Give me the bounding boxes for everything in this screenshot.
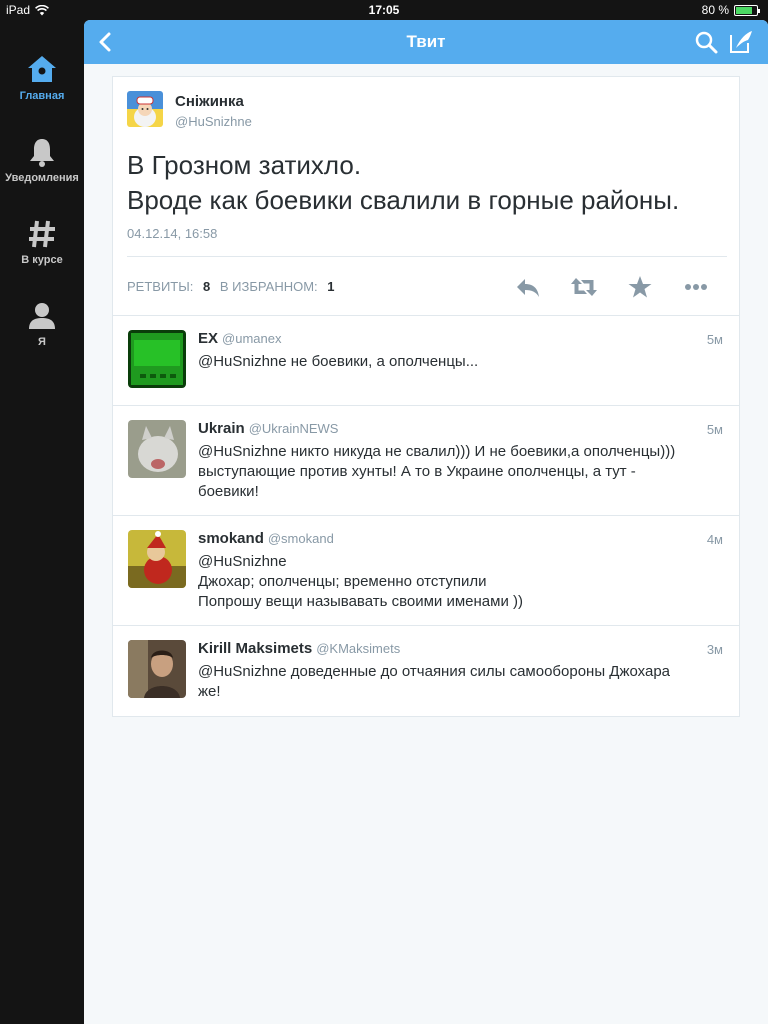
reply-author-name: Kirill Maksimets (198, 640, 313, 657)
avatar[interactable] (128, 330, 186, 388)
reply-item[interactable]: Ukrain @UkrainNEWS 5м @HuSnizhne никто ни… (113, 406, 739, 516)
page-title: Твит (406, 32, 446, 51)
reply-author[interactable]: smokand @smokand (198, 530, 334, 547)
retweets-label: РЕТВИТЫ: (127, 279, 194, 294)
reply-author-name: smokand (198, 530, 264, 547)
hashtag-icon (29, 220, 55, 248)
battery-area: 80 % (701, 3, 760, 17)
reply-item[interactable]: Kirill Maksimets @KMaksimets 3м @HuSnizhn… (113, 626, 739, 716)
reply-text: @HuSnizhne не боевики, а ополченцы... (198, 353, 479, 370)
reply-author-name: Ukrain (198, 420, 245, 437)
reply-time: 5м (706, 422, 723, 437)
reply-author-handle: @UkrainNEWS (248, 421, 339, 436)
reply-time: 3м (706, 642, 723, 657)
home-icon (28, 56, 56, 82)
navbar: Твит (84, 20, 768, 64)
replies-list: EX @umanex 5м @HuSnizhne не боевики, а оп… (112, 316, 740, 717)
sidebar-item-label: Уведомления (5, 172, 79, 184)
sidebar-item-me[interactable]: Я (0, 300, 84, 348)
compose-icon[interactable] (728, 29, 754, 55)
reply-time: 5м (706, 332, 723, 347)
retweets-count: 8 (202, 279, 211, 294)
sidebar-item-label: Главная (19, 90, 65, 102)
bell-icon (30, 139, 54, 167)
reply-author-handle: @smokand (267, 531, 334, 546)
main-panel: Твит Сніжинка @HuSnizhne В Грозном затих… (84, 20, 768, 1024)
sidebar-item-notifications[interactable]: Уведомления (0, 136, 84, 184)
reply-author[interactable]: Kirill Maksimets @KMaksimets (198, 640, 400, 657)
reply-author-handle: @KMaksimets (316, 641, 401, 656)
avatar[interactable] (128, 420, 186, 478)
tweet-actions (499, 272, 739, 302)
author-name[interactable]: Сніжинка (175, 93, 244, 110)
tweet-date: 04.12.14, 16:58 (127, 226, 218, 241)
reply-item[interactable]: smokand @smokand 4м @HuSnizhne Джохар; оп… (113, 516, 739, 626)
avatar[interactable] (128, 640, 186, 698)
author-handle[interactable]: @HuSnizhne (175, 114, 252, 129)
battery-icon (734, 4, 760, 16)
avatar[interactable] (128, 530, 186, 588)
reply-text: @HuSnizhne доведенные до отчаяния силы с… (198, 663, 671, 700)
battery-percent: 80 % (701, 3, 729, 17)
reply-author-name: EX (198, 330, 219, 347)
tweet-stats: РЕТВИТЫ: 8 В ИЗБРАННОМ: 1 (127, 279, 341, 294)
reply-author[interactable]: EX @umanex (198, 330, 281, 347)
favorites-stat[interactable]: В ИЗБРАННОМ: 1 (220, 279, 335, 294)
tweet-text-content: В Грозном затихло. Вроде как боевики сва… (127, 150, 680, 215)
reply-text: @HuSnizhne Джохар; ополченцы; временно о… (198, 553, 523, 610)
favorite-icon[interactable] (625, 272, 655, 302)
divider (127, 256, 727, 257)
sidebar: Главная Уведомления В курсе Я (0, 20, 84, 1024)
reply-author[interactable]: Ukrain @UkrainNEWS (198, 420, 338, 437)
reply-time: 4м (706, 532, 723, 547)
favorites-count: 1 (327, 279, 335, 294)
sidebar-item-label: Я (38, 336, 46, 348)
retweets-stat[interactable]: РЕТВИТЫ: 8 (127, 279, 210, 294)
search-icon[interactable] (694, 30, 718, 54)
status-time: 17:05 (368, 3, 400, 17)
more-icon[interactable] (681, 272, 711, 302)
favorites-label: В ИЗБРАННОМ: (219, 279, 318, 294)
status-bar: iPad 17:05 80 % (0, 0, 768, 20)
reply-author-handle: @umanex (222, 331, 282, 346)
tweet-card: Сніжинка @HuSnizhne В Грозном затихло. В… (112, 76, 740, 316)
person-icon (29, 303, 55, 329)
reply-text: @HuSnizhne никто никуда не свалил))) И н… (198, 443, 676, 500)
tweet-text: В Грозном затихло. Вроде как боевики сва… (127, 148, 727, 218)
avatar[interactable] (127, 91, 163, 127)
retweet-icon[interactable] (569, 272, 599, 302)
reply-item[interactable]: EX @umanex 5м @HuSnizhne не боевики, а оп… (113, 316, 739, 406)
sidebar-item-home[interactable]: Главная (0, 54, 84, 102)
reply-icon[interactable] (513, 272, 543, 302)
sidebar-item-discover[interactable]: В курсе (0, 218, 84, 266)
sidebar-item-label: В курсе (21, 254, 63, 266)
